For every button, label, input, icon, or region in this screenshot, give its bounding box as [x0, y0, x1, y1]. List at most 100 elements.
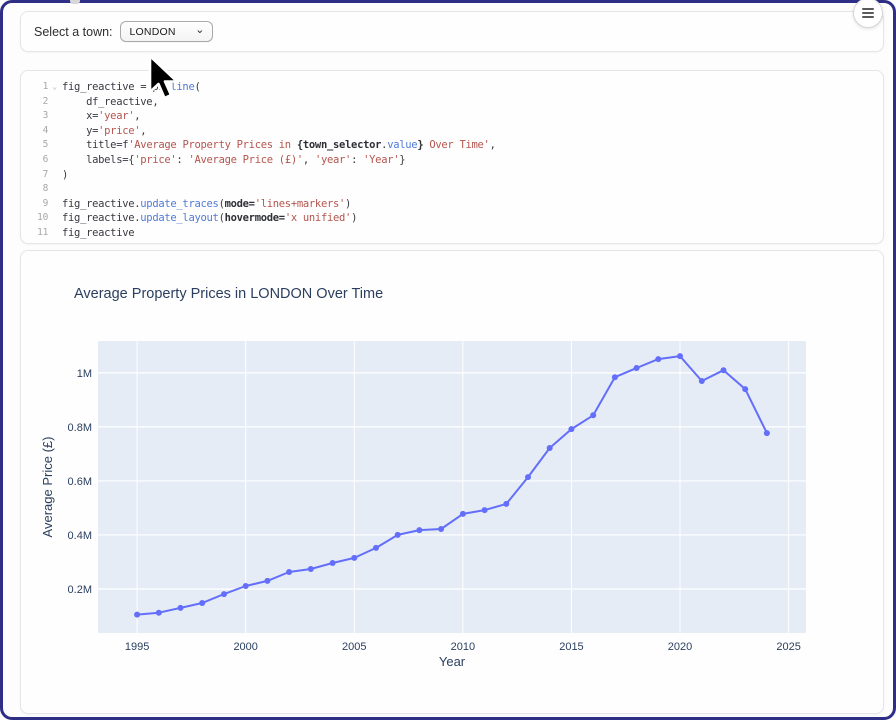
code-line[interactable]: 5 title=f'Average Property Prices in {to…: [27, 138, 877, 153]
fold-spacer: [48, 168, 61, 183]
hamburger-icon: [862, 8, 874, 10]
y-tick-label: 0.4M: [68, 530, 92, 542]
data-point[interactable]: [395, 532, 401, 538]
x-tick-label: 2005: [342, 641, 366, 653]
code-line[interactable]: 9 fig_reactive.update_traces(mode='lines+…: [27, 197, 877, 212]
fold-spacer: [48, 211, 61, 226]
data-point[interactable]: [590, 412, 596, 418]
line-number: 7: [27, 168, 48, 183]
y-tick-label: 0.8M: [68, 422, 92, 434]
fold-icon[interactable]: ⌄: [48, 80, 61, 95]
data-point[interactable]: [199, 600, 205, 606]
x-tick-label: 2010: [451, 641, 475, 653]
line-number: 10: [27, 211, 48, 226]
code-line[interactable]: 8: [27, 182, 877, 197]
data-point[interactable]: [482, 507, 488, 513]
data-point[interactable]: [156, 610, 162, 616]
data-point[interactable]: [178, 605, 184, 611]
x-tick-label: 2020: [668, 641, 692, 653]
fold-spacer: [48, 197, 61, 212]
fold-spacer: [48, 95, 61, 110]
data-point[interactable]: [655, 356, 661, 362]
line-number: 3: [27, 109, 48, 124]
y-tick-label: 0.2M: [68, 584, 92, 596]
code-text: fig_reactive.update_layout(hovermode='x …: [62, 211, 357, 226]
data-point[interactable]: [373, 545, 379, 551]
code-text: df_reactive,: [62, 95, 158, 110]
data-point[interactable]: [699, 378, 705, 384]
fold-spacer: [48, 124, 61, 139]
data-point[interactable]: [503, 501, 509, 507]
fold-spacer: [48, 226, 61, 241]
data-point[interactable]: [264, 578, 270, 584]
code-line[interactable]: 7): [27, 168, 877, 183]
data-point[interactable]: [547, 445, 553, 451]
app-window: Select a town: LONDON ⌄ 1⌄fig_reactive =…: [0, 0, 896, 720]
line-number: 8: [27, 182, 48, 197]
code-text: labels={'price': 'Average Price (£)', 'y…: [62, 153, 405, 168]
line-number: 5: [27, 138, 48, 153]
code-line[interactable]: 2 df_reactive,: [27, 95, 877, 110]
town-dropdown-value: LONDON: [130, 26, 196, 38]
code-text: fig_reactive.update_traces(mode='lines+m…: [62, 197, 351, 212]
drag-handle: [70, 0, 80, 4]
fold-spacer: [48, 153, 61, 168]
y-axis-title: Average Price (£): [40, 437, 55, 538]
line-number: 11: [27, 226, 48, 241]
data-point[interactable]: [286, 569, 292, 575]
code-line[interactable]: 1⌄fig_reactive = px.line(: [27, 80, 877, 95]
data-point[interactable]: [612, 374, 618, 380]
data-point[interactable]: [460, 511, 466, 517]
data-point[interactable]: [416, 527, 422, 533]
data-point[interactable]: [764, 430, 770, 436]
selector-cell: Select a town: LONDON ⌄: [20, 11, 884, 52]
code-line[interactable]: 10 fig_reactive.update_layout(hovermode='…: [27, 211, 877, 226]
x-tick-label: 2025: [776, 641, 800, 653]
data-point[interactable]: [134, 612, 140, 618]
data-point[interactable]: [742, 386, 748, 392]
y-tick-label: 1M: [77, 368, 92, 380]
data-point[interactable]: [721, 367, 727, 373]
code-line[interactable]: 11 fig_reactive: [27, 226, 877, 241]
data-point[interactable]: [634, 365, 640, 371]
line-number: 9: [27, 197, 48, 212]
price-chart-svg[interactable]: 1995 2000 2005 2010 2015 2020 2025 0.2M 0.4M 0.6M…: [21, 251, 885, 713]
code-line[interactable]: 3 x='year',: [27, 109, 877, 124]
code-text: title=f'Average Property Prices in {town…: [62, 138, 496, 153]
chart-cell: 1995 2000 2005 2010 2015 2020 2025 0.2M 0.4M 0.6M…: [20, 250, 884, 714]
data-point[interactable]: [568, 426, 574, 432]
x-tick-label: 2000: [233, 641, 257, 653]
data-point[interactable]: [438, 526, 444, 532]
line-number: 4: [27, 124, 48, 139]
code-cell: 1⌄fig_reactive = px.line(2 df_reactive,3…: [20, 70, 884, 244]
code-text: fig_reactive = px.line(: [62, 80, 201, 95]
data-point[interactable]: [243, 583, 249, 589]
x-tick-label: 2015: [559, 641, 583, 653]
code-line[interactable]: 6 labels={'price': 'Average Price (£)', …: [27, 153, 877, 168]
data-point[interactable]: [308, 566, 314, 572]
data-point[interactable]: [221, 591, 227, 597]
x-tick-label: 1995: [125, 641, 149, 653]
town-dropdown[interactable]: LONDON ⌄: [120, 21, 213, 42]
line-number: 6: [27, 153, 48, 168]
code-editor[interactable]: 1⌄fig_reactive = px.line(2 df_reactive,3…: [27, 80, 877, 241]
code-text: fig_reactive: [62, 226, 134, 241]
line-number: 2: [27, 95, 48, 110]
code-text: x='year',: [62, 109, 140, 124]
data-point[interactable]: [525, 474, 531, 480]
data-point[interactable]: [351, 555, 357, 561]
data-point[interactable]: [677, 353, 683, 359]
line-number: 1: [27, 80, 48, 95]
chart-title: Average Property Prices in LONDON Over T…: [74, 286, 383, 302]
select-town-label: Select a town:: [34, 25, 113, 39]
chevron-down-icon: ⌄: [195, 25, 204, 35]
code-text: ): [62, 168, 68, 183]
x-axis-title: Year: [439, 654, 466, 669]
fold-spacer: [48, 182, 61, 197]
data-point[interactable]: [330, 560, 336, 566]
y-tick-label: 0.6M: [68, 476, 92, 488]
code-line[interactable]: 4 y='price',: [27, 124, 877, 139]
code-text: y='price',: [62, 124, 146, 139]
fold-spacer: [48, 138, 61, 153]
fold-spacer: [48, 109, 61, 124]
